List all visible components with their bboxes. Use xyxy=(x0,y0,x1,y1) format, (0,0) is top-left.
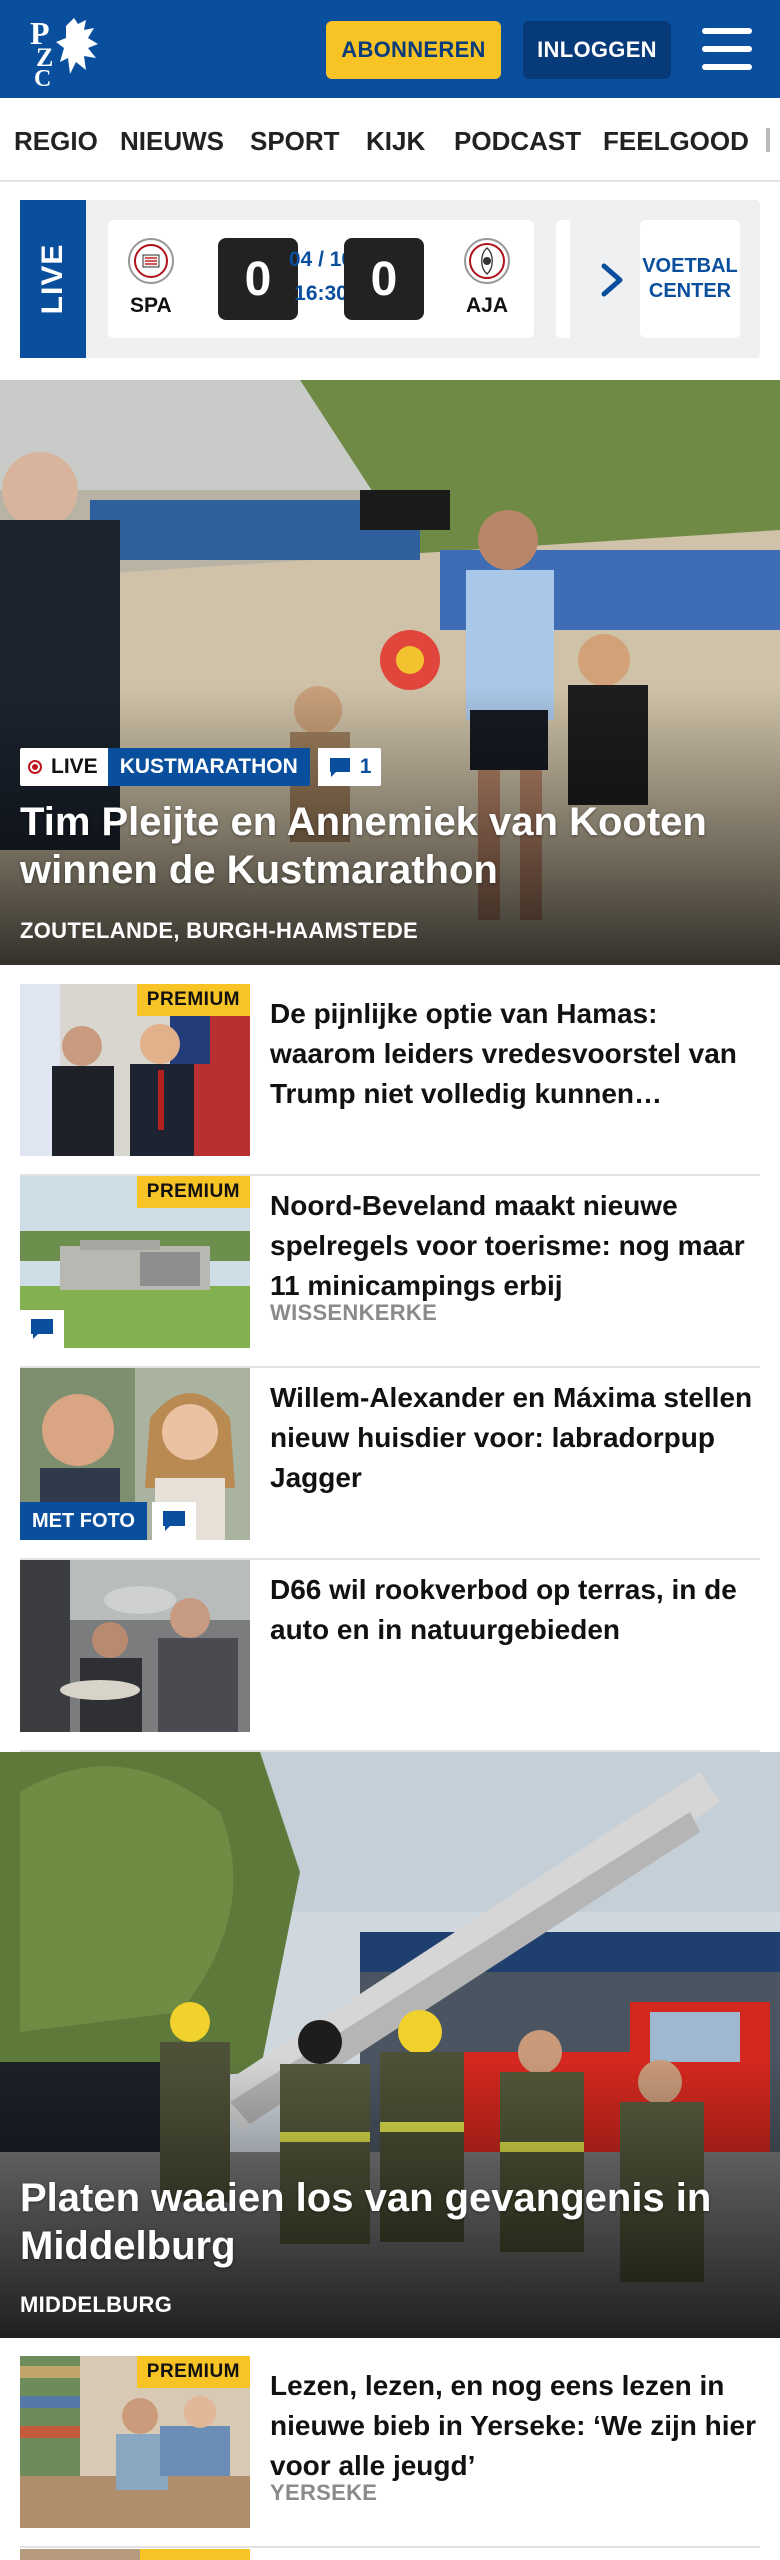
article-title[interactable]: Willem-Alexander en Máxima stellen nieuw… xyxy=(270,1378,760,1498)
category-badge: KUSTMARATHON xyxy=(107,748,310,786)
article-koningspaar[interactable]: MET FOTO Willem-Alexander en Máxima stel… xyxy=(20,1368,760,1560)
live-label: LIVE xyxy=(20,200,86,358)
home-team-logo-icon xyxy=(128,238,174,284)
nav-item-nieuws[interactable]: NIEUWS xyxy=(120,126,224,157)
comment-icon xyxy=(20,1310,64,1348)
article-location: WISSENKERKE xyxy=(270,1300,438,1325)
pzc-logo[interactable]: P Z C xyxy=(30,14,110,92)
comment-icon xyxy=(152,1502,196,1540)
article-thumbnail xyxy=(20,2548,250,2560)
live-score-bar: LIVE SPA 0 04 / 10 16:30 0 AJA VOETBAL C… xyxy=(20,200,760,358)
article-bieb-yerseke[interactable]: PREMIUM Lezen, lezen, en nog eens lezen … xyxy=(20,2356,760,2548)
article-thumbnail xyxy=(20,1560,250,1732)
comment-icon xyxy=(329,758,350,777)
article-thumbnail: MET FOTO xyxy=(20,1368,250,1540)
live-dot-icon xyxy=(28,760,42,774)
comment-count-badge: 1 xyxy=(317,748,382,786)
next-match-card-edge[interactable] xyxy=(556,220,570,338)
article-thumbnail: PREMIUM xyxy=(20,2356,250,2528)
nav-item-feelgood[interactable]: FEELGOOD xyxy=(603,126,749,157)
photo-badge: MET FOTO xyxy=(20,1502,147,1540)
nav-item-kijk[interactable]: KIJK xyxy=(366,126,425,157)
article-title[interactable]: De pijnlijke optie van Hamas: waarom lei… xyxy=(270,994,760,1114)
nav-item-podcast[interactable]: PODCAST xyxy=(454,126,581,157)
nav-item-sport[interactable]: SPORT xyxy=(250,126,340,157)
hero-tags: LIVE KUSTMARATHON 1 xyxy=(20,748,382,786)
home-team-name: SPA xyxy=(130,294,172,317)
article-noord-beveland[interactable]: PREMIUM Noord-Beveland maakt nieuwe spel… xyxy=(20,1176,760,1368)
chevron-right-icon[interactable] xyxy=(594,260,630,300)
nav-overflow-indicator xyxy=(766,128,770,152)
away-score: 0 xyxy=(344,238,424,320)
hero-headline[interactable]: Tim Pleijte en Annemiek van Kooten winne… xyxy=(20,798,760,894)
article-next-partial[interactable] xyxy=(20,2548,760,2560)
hero-location: ZOUTELANDE, BURGH-HAAMSTEDE xyxy=(20,918,418,943)
hero-article-gevangenis[interactable]: Platen waaien los van gevangenis in Midd… xyxy=(0,1752,780,2338)
hero-article-kustmarathon[interactable]: LIVE KUSTMARATHON 1 Tim Pleijte en Annem… xyxy=(0,380,780,965)
article-hamas[interactable]: PREMIUM De pijnlijke optie van Hamas: wa… xyxy=(20,984,760,1176)
away-team-name: AJA xyxy=(466,294,509,317)
match-card[interactable]: SPA 0 04 / 10 16:30 0 AJA xyxy=(108,220,534,338)
subscribe-button[interactable]: ABONNEREN xyxy=(326,21,501,79)
login-button[interactable]: INLOGGEN xyxy=(523,21,671,79)
nav-item-regio[interactable]: REGIO xyxy=(14,126,98,157)
live-badge: LIVE xyxy=(20,748,108,786)
menu-icon[interactable] xyxy=(702,28,752,70)
premium-badge: PREMIUM xyxy=(136,984,250,1016)
premium-badge: PREMIUM xyxy=(136,2356,250,2388)
article-thumbnail: PREMIUM xyxy=(20,984,250,1156)
hero-headline[interactable]: Platen waaien los van gevangenis in Midd… xyxy=(20,2174,760,2270)
voetbal-center-link[interactable]: VOETBAL CENTER xyxy=(640,220,740,338)
article-d66-rookverbod[interactable]: D66 wil rookverbod op terras, in de auto… xyxy=(20,1560,760,1752)
article-title[interactable]: D66 wil rookverbod op terras, in de auto… xyxy=(270,1570,760,1650)
away-team-logo-icon xyxy=(464,238,510,284)
article-title[interactable]: Noord-Beveland maakt nieuwe spelregels v… xyxy=(270,1186,760,1306)
hero-location: MIDDELBURG xyxy=(20,2292,173,2317)
premium-badge: PREMIUM xyxy=(136,1176,250,1208)
site-header: P Z C ABONNEREN INLOGGEN xyxy=(0,0,780,98)
svg-text:C: C xyxy=(34,66,51,86)
article-title[interactable]: Lezen, lezen, en nog eens lezen in nieuw… xyxy=(270,2366,760,2486)
article-location: YERSEKE xyxy=(270,2480,378,2505)
article-thumbnail: PREMIUM xyxy=(20,1176,250,1348)
category-nav: REGIO NIEUWS SPORT KIJK PODCAST FEELGOOD xyxy=(0,98,780,182)
